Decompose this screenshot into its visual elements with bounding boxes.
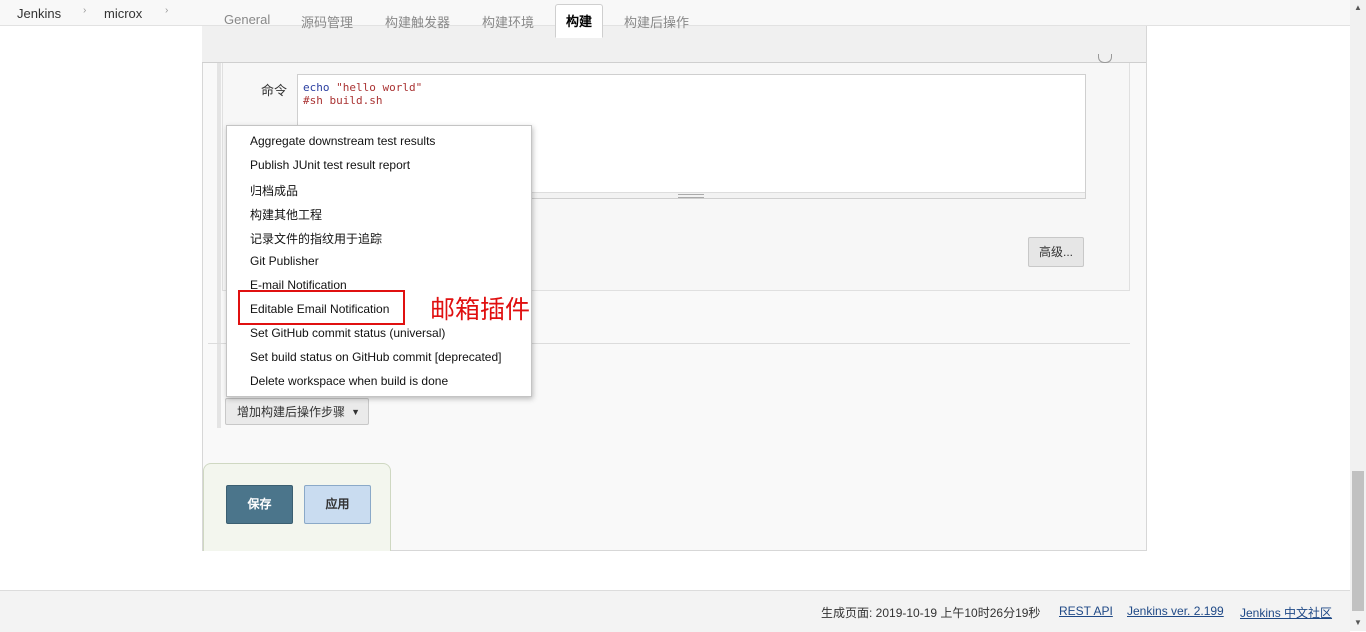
tab-build-triggers[interactable]: 构建触发器: [385, 12, 450, 31]
save-button[interactable]: 保存: [226, 485, 293, 524]
menu-item-build-other-projects[interactable]: 构建其他工程: [250, 206, 322, 223]
command-string: "hello world": [336, 81, 423, 94]
menu-item-publish-junit[interactable]: Publish JUnit test result report: [250, 158, 410, 172]
tab-post-build[interactable]: 构建后操作: [624, 12, 689, 31]
caret-down-icon: ▼: [351, 407, 360, 417]
scrollbar[interactable]: ▲ ▼: [1350, 0, 1366, 631]
breadcrumb-project[interactable]: microx: [104, 6, 142, 21]
tab-build-environment[interactable]: 构建环境: [482, 12, 534, 31]
scrollbar-thumb[interactable]: [1352, 471, 1364, 611]
post-build-action-menu: Aggregate downstream test results Publis…: [226, 125, 532, 397]
command-label: 命令: [261, 83, 288, 98]
command-line-2: #sh build.sh: [303, 94, 383, 107]
command-keyword: echo: [303, 81, 337, 94]
menu-item-git-publisher[interactable]: Git Publisher: [250, 254, 319, 268]
scroll-down-icon[interactable]: ▼: [1350, 615, 1366, 631]
breadcrumb-separator-icon: ›: [83, 5, 87, 16]
add-post-build-step-button[interactable]: 增加构建后操作步骤 ▼: [225, 398, 369, 425]
section-indicator: [217, 63, 221, 428]
menu-item-aggregate-test-results[interactable]: Aggregate downstream test results: [250, 134, 435, 148]
tab-source-control[interactable]: 源码管理: [301, 12, 353, 31]
generated-timestamp: 生成页面: 2019-10-19 上午10时26分19秒: [821, 606, 1041, 620]
add-post-build-step-label: 增加构建后操作步骤: [237, 405, 346, 419]
config-tab-bar: [202, 26, 1146, 63]
rest-api-link[interactable]: REST API: [1059, 604, 1113, 618]
tab-general[interactable]: General: [224, 12, 270, 27]
jenkins-version-link[interactable]: Jenkins ver. 2.199: [1127, 604, 1224, 618]
breadcrumb-separator-icon: ›: [165, 5, 169, 16]
breadcrumb-jenkins[interactable]: Jenkins: [17, 6, 61, 21]
command-line-1: echo "hello world": [303, 81, 422, 94]
community-link[interactable]: Jenkins 中文社区: [1240, 604, 1332, 621]
highlight-box: [238, 290, 405, 325]
menu-item-record-fingerprints[interactable]: 记录文件的指纹用于追踪: [250, 230, 382, 247]
menu-item-delete-workspace[interactable]: Delete workspace when build is done: [250, 374, 448, 388]
advanced-button[interactable]: 高级...: [1028, 237, 1084, 267]
menu-item-github-build-status[interactable]: Set build status on GitHub commit [depre…: [250, 350, 501, 364]
annotation-label: 邮箱插件: [430, 295, 531, 324]
page-footer: 生成页面: 2019-10-19 上午10时26分19秒 REST API Je…: [0, 590, 1350, 632]
menu-item-github-commit-status[interactable]: Set GitHub commit status (universal): [250, 326, 445, 340]
menu-item-archive-artifacts[interactable]: 归档成品: [250, 182, 298, 199]
scroll-up-icon[interactable]: ▲: [1350, 0, 1366, 16]
apply-button[interactable]: 应用: [304, 485, 371, 524]
tab-build[interactable]: 构建: [555, 4, 604, 38]
